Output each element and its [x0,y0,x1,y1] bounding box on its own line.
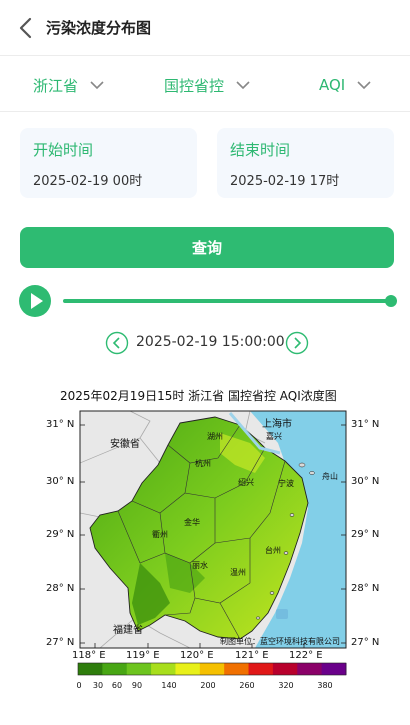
colorbar-segment [126,663,152,675]
colorbar-segment [175,663,201,675]
lat-label-right: 30° N [351,476,380,487]
lat-label-left: 28° N [46,583,75,594]
query-button[interactable]: 查询 [20,227,394,268]
lon-label: 118° E [72,650,106,661]
colorbar-tick-label: 90 [131,681,143,690]
colorbar-segment [321,663,347,675]
colorbar-tick-label: 200 [200,681,216,690]
play-icon [31,293,43,309]
station-type-dropdown[interactable]: 国控省控 [164,74,250,96]
lon-label: 122° E [289,650,323,661]
city-label: 舟山 [322,471,338,481]
lon-label: 119° E [126,650,160,661]
play-button[interactable] [19,285,51,317]
colorbar-segment [248,663,274,675]
end-time-picker[interactable]: 结束时间 2025-02-19 17时 [217,128,394,198]
map-watermark: 制图单位：蓝空环境科技有限公司 [220,637,340,646]
colorbar-segment [102,663,128,675]
bluesky-logo-icon [276,609,288,619]
lon-label: 120° E [180,650,214,661]
colorbar-tick-label: 380 [317,681,333,690]
colorbar-tick-label: 60 [111,681,123,690]
map-title: 2025年02月19日15时 浙江省 国控省控 AQI浓度图 [60,389,337,403]
time-slider-thumb[interactable] [385,295,397,307]
lat-label-right: 27° N [351,637,380,648]
city-label: 台州 [265,545,281,555]
station-type-label: 国控省控 [164,76,225,95]
start-time-value: 2025-02-19 00时 [33,174,143,189]
end-time-value: 2025-02-19 17时 [230,174,340,189]
header: 污染浓度分布图 [0,0,410,56]
lat-label-left: 29° N [46,529,75,540]
pollutant-dropdown[interactable]: AQI [319,74,371,96]
chevron-down-icon [236,81,250,90]
colorbar-segment [199,663,225,675]
city-label: 金华 [184,517,200,527]
city-label: 湖州 [207,432,223,441]
region-label: 福建省 [113,623,143,636]
next-time-icon[interactable] [285,331,309,355]
city-label: 宁波 [278,478,294,488]
start-time-picker[interactable]: 开始时间 2025-02-19 00时 [20,128,197,198]
province-label: 浙江省 [33,76,79,95]
city-label: 丽水 [192,560,208,570]
colorbar-segment [151,663,176,675]
back-arrow-icon[interactable] [16,16,36,40]
colorbar-tick-label: 30 [92,681,104,690]
colorbar-tick-label: 260 [239,681,255,690]
time-slider[interactable] [63,299,391,303]
lon-label: 121° E [235,650,269,661]
lat-label-left: 27° N [46,637,75,648]
colorbar-tick-label: 320 [278,681,294,690]
colorbar-segment [78,663,103,675]
colorbar-tick-label: 140 [161,681,177,690]
aqi-colorbar [77,662,347,676]
region-label: 上海市 [262,417,292,430]
previous-time-icon[interactable] [105,331,129,355]
time-navigator: 2025-02-19 15:00:00 [105,331,309,355]
city-label: 温州 [230,568,246,577]
colorbar-segment [224,663,250,675]
end-time-label: 结束时间 [230,141,291,159]
region-label: 安徽省 [110,437,140,450]
pollutant-label: AQI [319,76,346,94]
city-label: 杭州 [195,458,211,468]
lat-label-left: 30° N [46,476,75,487]
chevron-down-icon [90,81,104,90]
chevron-down-icon [357,81,371,90]
page-title: 污染浓度分布图 [46,19,152,37]
city-label: 嘉兴 [266,431,282,441]
colorbar-segment [297,663,323,675]
city-label: 衢州 [152,529,168,539]
city-label: 绍兴 [238,477,254,487]
colorbar-segment [272,663,298,675]
lat-label-right: 28° N [351,583,380,594]
filter-bar: 浙江省 国控省控 AQI [0,56,410,112]
current-time-text: 2025-02-19 15:00:00 [136,334,285,350]
lat-label-left: 31° N [46,419,75,430]
start-time-label: 开始时间 [33,141,94,159]
lat-label-right: 31° N [351,419,380,430]
colorbar-tick-label: 0 [76,681,82,690]
province-dropdown[interactable]: 浙江省 [33,74,104,96]
lat-label-right: 29° N [351,529,380,540]
